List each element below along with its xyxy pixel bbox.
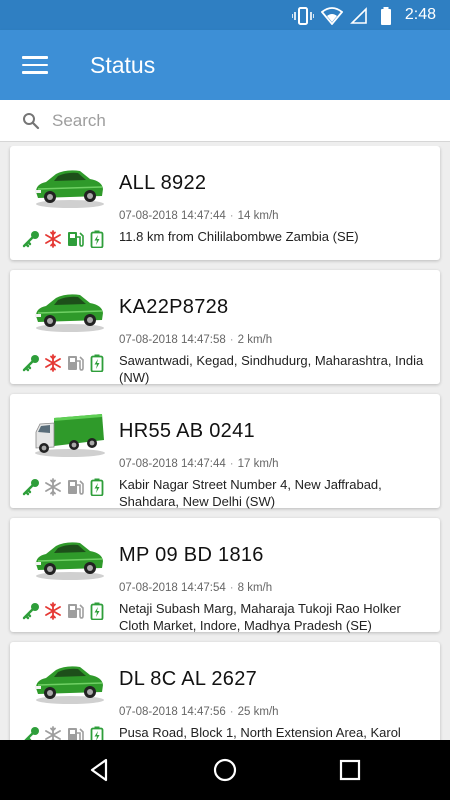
speed: 2 km/h: [237, 334, 273, 346]
status-icons: [22, 230, 106, 250]
ac-snowflake-icon: [44, 478, 62, 496]
battery-charging-icon: [88, 602, 106, 620]
search-icon: [23, 113, 40, 130]
vehicle-list: ALL 8922 07-08-2018 14:47:44 · 14 km/h 11.…: [0, 146, 450, 740]
ac-snowflake-icon: [44, 230, 62, 248]
vehicle-plate: MP 09 BD 1816: [119, 544, 264, 566]
page-title: Status: [90, 52, 156, 78]
vehicle-plate: ALL 8922: [119, 172, 207, 194]
speed: 25 km/h: [237, 706, 279, 718]
truck-icon: [32, 412, 106, 458]
status-icons: [22, 602, 106, 622]
vehicle-location: Kabir Nagar Street Number 4, New Jaffrab…: [119, 477, 382, 509]
status-icons: [22, 478, 106, 498]
recents-icon[interactable]: [336, 756, 364, 784]
status-icons: [22, 726, 106, 740]
ignition-key-icon: [22, 602, 40, 620]
car-icon: [32, 164, 106, 210]
vehicle-plate: DL 8C AL 2627: [119, 668, 258, 690]
timestamp: 07-08-2018 14:47:56: [119, 706, 226, 718]
ac-snowflake-icon: [44, 602, 62, 620]
vehicle-plate: HR55 AB 0241: [119, 420, 255, 442]
vehicle-card[interactable]: HR55 AB 0241 07-08-2018 14:47:44 · 17 km/h…: [10, 394, 440, 509]
speed: 14 km/h: [237, 210, 279, 222]
no-signal-icon: [350, 7, 367, 24]
fuel-pump-icon: [66, 354, 84, 372]
speed: 17 km/h: [237, 458, 279, 470]
vehicle-location: Pusa Road, Block 1, North Extension Area…: [119, 725, 401, 740]
battery-charging-icon: [88, 354, 106, 372]
battery-charging-icon: [88, 726, 106, 740]
search-bar: [0, 100, 450, 142]
timestamp: 07-08-2018 14:47:58: [119, 334, 226, 346]
wifi-icon: [321, 7, 343, 25]
status-bar: 2:48: [0, 0, 450, 30]
vehicle-card[interactable]: KA22P8728 07-08-2018 14:47:58 · 2 km/h Saw…: [10, 270, 440, 385]
vehicle-meta: 07-08-2018 14:47:44 · 14 km/h: [119, 210, 279, 222]
vehicle-card[interactable]: MP 09 BD 1816 07-08-2018 14:47:54 · 8 km/h…: [10, 518, 440, 633]
timestamp: 07-08-2018 14:47:44: [119, 458, 226, 470]
navigation-bar: [0, 740, 450, 800]
vibrate-icon: [292, 7, 314, 25]
menu-icon[interactable]: [22, 56, 48, 76]
vehicle-location: Netaji Subash Marg, Maharaja Tukoji Rao …: [119, 601, 401, 633]
car-icon: [32, 288, 106, 334]
vehicle-location: 11.8 km from Chililabombwe Zambia (SE): [119, 229, 359, 244]
vehicle-meta: 07-08-2018 14:47:56 · 25 km/h: [119, 706, 279, 718]
vehicle-meta: 07-08-2018 14:47:54 · 8 km/h: [119, 582, 273, 594]
speed: 8 km/h: [237, 582, 273, 594]
ignition-key-icon: [22, 478, 40, 496]
search-input[interactable]: [52, 109, 432, 133]
back-icon[interactable]: [86, 756, 114, 784]
vehicle-location: Sawantwadi, Kegad, Sindhudurg, Maharasht…: [119, 353, 424, 385]
ac-snowflake-icon: [44, 354, 62, 372]
battery-icon: [381, 7, 391, 25]
ignition-key-icon: [22, 230, 40, 248]
vehicle-meta: 07-08-2018 14:47:44 · 17 km/h: [119, 458, 279, 470]
battery-charging-icon: [88, 478, 106, 496]
ignition-key-icon: [22, 726, 40, 740]
ignition-key-icon: [22, 354, 40, 372]
vehicle-card[interactable]: DL 8C AL 2627 07-08-2018 14:47:56 · 25 km/…: [10, 642, 440, 740]
timestamp: 07-08-2018 14:47:44: [119, 210, 226, 222]
app-bar: Status: [0, 30, 450, 100]
timestamp: 07-08-2018 14:47:54: [119, 582, 226, 594]
battery-charging-icon: [88, 230, 106, 248]
fuel-pump-icon: [66, 230, 84, 248]
fuel-pump-icon: [66, 478, 84, 496]
clock: 2:48: [404, 6, 436, 23]
car-icon: [32, 660, 106, 706]
vehicle-meta: 07-08-2018 14:47:58 · 2 km/h: [119, 334, 273, 346]
vehicle-card[interactable]: ALL 8922 07-08-2018 14:47:44 · 14 km/h 11.…: [10, 146, 440, 260]
status-icons: [22, 354, 106, 374]
fuel-pump-icon: [66, 602, 84, 620]
car-icon: [32, 536, 106, 582]
fuel-pump-icon: [66, 726, 84, 740]
home-icon[interactable]: [211, 756, 239, 784]
ac-snowflake-icon: [44, 726, 62, 740]
vehicle-plate: KA22P8728: [119, 296, 229, 318]
